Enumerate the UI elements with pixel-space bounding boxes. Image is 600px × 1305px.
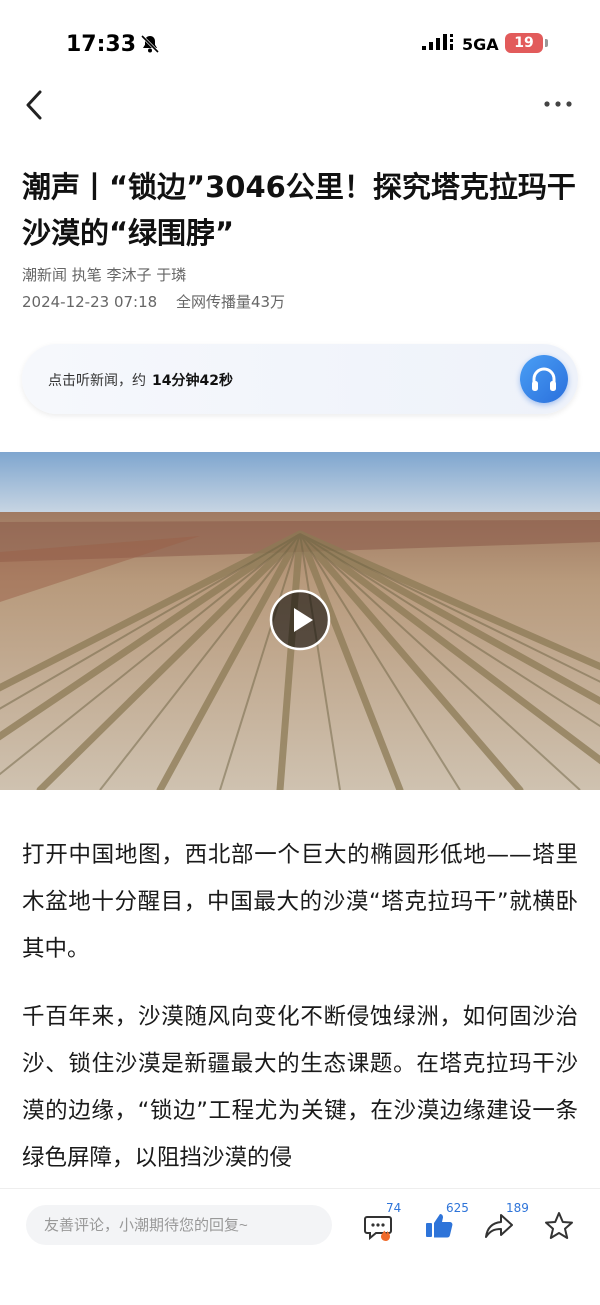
- like-count: 625: [446, 1201, 469, 1215]
- headphones-button[interactable]: [520, 355, 568, 403]
- listen-duration: 14分钟42秒: [152, 373, 233, 389]
- bottom-action-bar: 74 625 189: [0, 1188, 600, 1305]
- battery-indicator: 19: [505, 33, 543, 53]
- battery-cap: [545, 39, 548, 47]
- article-reach: 全网传播量43万: [175, 293, 286, 311]
- back-arrow-icon[interactable]: [20, 88, 50, 122]
- star-icon[interactable]: [542, 1209, 576, 1243]
- article-source: 潮新闻 执笔 李沐子 于璘: [22, 266, 187, 284]
- share-count: 189: [506, 1201, 529, 1215]
- network-type: 5GA: [462, 35, 499, 54]
- article-date: 2024-12-23 07:18: [22, 293, 158, 311]
- article-paragraph: 千百年来，沙漠随风向变化不断侵蚀绿洲，如何固沙治沙、锁住沙漠是新疆最大的生态课题…: [22, 1004, 578, 1171]
- listen-prompt: 点击听新闻，约: [48, 373, 146, 389]
- play-icon[interactable]: [269, 589, 331, 651]
- status-bar: 17:33 5GA 19: [0, 0, 600, 88]
- comment-input[interactable]: [26, 1205, 332, 1245]
- more-icon[interactable]: [540, 92, 576, 116]
- article-title: 潮声丨“锁边”3046公里！探究塔克拉玛干沙漠的“绿围脖”: [22, 170, 576, 250]
- signal-icon: [422, 34, 453, 50]
- comment-count: 74: [386, 1201, 402, 1215]
- bell-muted-icon: [140, 34, 160, 54]
- article-meta: 2024-12-23 07:18 全网传播量43万: [22, 291, 299, 312]
- headphones-icon: [532, 367, 556, 391]
- nav-bar: [0, 80, 600, 130]
- listen-news-card[interactable]: 点击听新闻，约 14分钟42秒: [22, 344, 578, 414]
- listen-news-text: 点击听新闻，约 14分钟42秒: [48, 370, 233, 390]
- status-time: 17:33: [66, 32, 137, 57]
- article-paragraph: 打开中国地图，西北部一个巨大的椭圆形低地——塔里木盆地十分醒目，中国最大的沙漠“…: [22, 842, 578, 962]
